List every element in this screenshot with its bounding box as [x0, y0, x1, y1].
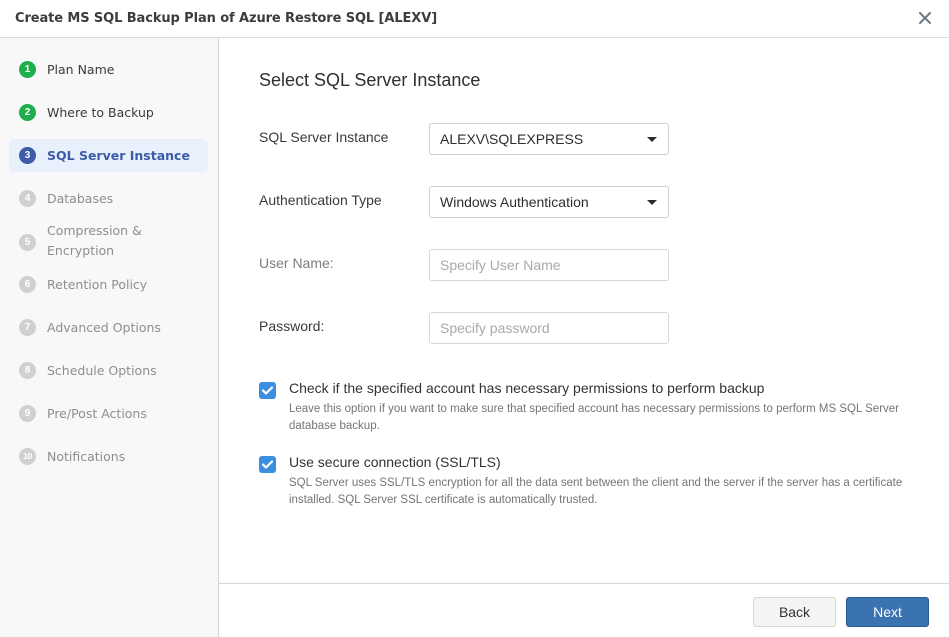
step-number-badge: 6: [19, 276, 36, 293]
checkmark-icon: [262, 386, 273, 395]
sidebar-step-schedule-options[interactable]: 8 Schedule Options: [9, 354, 208, 387]
dialog-titlebar: Create MS SQL Backup Plan of Azure Resto…: [0, 0, 949, 38]
sidebar-step-plan-name[interactable]: 1 Plan Name: [9, 53, 208, 86]
chevron-down-icon: [647, 200, 657, 205]
step-number-badge: 4: [19, 190, 36, 207]
step-number-badge: 8: [19, 362, 36, 379]
next-button[interactable]: Next: [846, 597, 929, 627]
user-name-input[interactable]: [429, 249, 669, 281]
checkmark-icon: [262, 460, 273, 469]
step-number-badge: 2: [19, 104, 36, 121]
sidebar-step-where-to-backup[interactable]: 2 Where to Backup: [9, 96, 208, 129]
step-label: Pre/Post Actions: [47, 406, 147, 421]
step-number-badge: 3: [19, 147, 36, 164]
auth-type-select[interactable]: Windows Authentication: [429, 186, 669, 218]
step-label: Schedule Options: [47, 363, 157, 378]
sidebar-step-advanced-options[interactable]: 7 Advanced Options: [9, 311, 208, 344]
sidebar-step-retention-policy[interactable]: 6 Retention Policy: [9, 268, 208, 301]
step-number-badge: 10: [19, 448, 36, 465]
sidebar-step-pre-post-actions[interactable]: 9 Pre/Post Actions: [9, 397, 208, 430]
wizard-steps-sidebar: 1 Plan Name 2 Where to Backup 3 SQL Serv…: [0, 38, 219, 637]
sidebar-step-sql-server-instance[interactable]: 3 SQL Server Instance: [9, 139, 208, 172]
sidebar-step-compression-encryption[interactable]: 5 Compression & Encryption: [9, 221, 208, 265]
step-number-badge: 1: [19, 61, 36, 78]
sidebar-step-notifications[interactable]: 10 Notifications: [9, 440, 208, 473]
step-label: SQL Server Instance: [47, 148, 190, 163]
close-icon: [919, 12, 931, 24]
sidebar-step-databases[interactable]: 4 Databases: [9, 182, 208, 215]
step-label: Databases: [47, 191, 114, 206]
back-button[interactable]: Back: [753, 597, 836, 627]
secure-connection-checkbox[interactable]: [259, 456, 276, 473]
step-label: Notifications: [47, 449, 126, 464]
secure-connection-title: Use secure connection (SSL/TLS): [289, 454, 501, 470]
check-permissions-checkbox[interactable]: [259, 382, 276, 399]
auth-type-value: Windows Authentication: [440, 194, 589, 210]
user-name-label: User Name:: [259, 255, 334, 271]
dialog-footer: Back Next: [219, 583, 949, 637]
sql-instance-select[interactable]: ALEXV\SQLEXPRESS: [429, 123, 669, 155]
step-label: Compression & Encryption: [47, 223, 142, 258]
sql-instance-value: ALEXV\SQLEXPRESS: [440, 131, 584, 147]
check-permissions-title: Check if the specified account has neces…: [289, 380, 765, 396]
main-content: Select SQL Server Instance SQL Server In…: [219, 38, 949, 583]
dialog-title: Create MS SQL Backup Plan of Azure Resto…: [15, 11, 438, 26]
step-label: Advanced Options: [47, 320, 161, 335]
check-permissions-description: Leave this option if you want to make su…: [289, 403, 900, 432]
step-number-badge: 7: [19, 319, 36, 336]
chevron-down-icon: [647, 137, 657, 142]
page-title: Select SQL Server Instance: [259, 70, 481, 90]
secure-connection-description: SQL Server uses SSL/TLS encryption for a…: [289, 477, 903, 506]
step-number-badge: 9: [19, 405, 36, 422]
auth-type-label: Authentication Type: [259, 192, 382, 208]
step-label: Where to Backup: [47, 105, 154, 120]
step-number-badge: 5: [19, 234, 36, 251]
close-button[interactable]: [913, 7, 937, 29]
password-label: Password:: [259, 318, 325, 334]
sql-instance-label: SQL Server Instance: [259, 129, 389, 145]
step-label: Plan Name: [47, 62, 115, 77]
password-input[interactable]: [429, 312, 669, 344]
step-label: Retention Policy: [47, 277, 148, 292]
